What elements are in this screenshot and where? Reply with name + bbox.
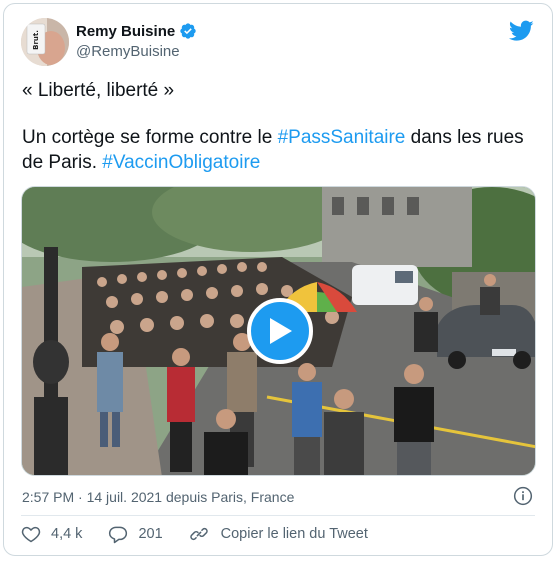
- author-handle[interactable]: @RemyBuisine: [76, 43, 197, 60]
- like-count: 4,4 k: [51, 526, 83, 542]
- twitter-bird-icon[interactable]: [508, 20, 534, 42]
- reply-count: 201: [138, 526, 163, 542]
- verified-badge-icon: [179, 22, 197, 40]
- like-button[interactable]: 4,4 k: [21, 524, 82, 544]
- info-icon[interactable]: [513, 486, 533, 506]
- tweet-text: « Liberté, liberté » Un cortège se forme…: [22, 78, 532, 175]
- author-info[interactable]: Remy Buisine @RemyBuisine: [76, 22, 197, 60]
- avatar-image: Brut.: [21, 18, 69, 66]
- tweet-timestamp[interactable]: 2:57 PM · 14 juil. 2021 depuis Paris, Fr…: [22, 489, 294, 505]
- hashtag-vaccin-obligatoire[interactable]: #VaccinObligatoire: [102, 152, 260, 173]
- author-name[interactable]: Remy Buisine: [76, 23, 175, 40]
- avatar[interactable]: Brut.: [21, 18, 69, 66]
- reply-button[interactable]: 201: [108, 524, 163, 544]
- heart-icon: [21, 526, 41, 543]
- link-icon: [189, 527, 208, 541]
- play-button[interactable]: [247, 298, 313, 364]
- copy-link-label: Copier le lien du Tweet: [220, 526, 368, 542]
- copy-link-button[interactable]: Copier le lien du Tweet: [189, 524, 368, 544]
- hashtag-pass-sanitaire[interactable]: #PassSanitaire: [278, 127, 406, 148]
- divider: [21, 515, 535, 516]
- reply-icon: [109, 526, 128, 544]
- video-media[interactable]: [21, 186, 536, 476]
- tweet-actions: 4,4 k 201 Copier le lien du Tweet: [21, 524, 368, 544]
- avatar-sign-text: Brut.: [32, 30, 40, 50]
- tweet-text-segment: Un cortège se forme contre le: [22, 127, 278, 148]
- tweet-line-2: Un cortège se forme contre le #PassSanit…: [22, 125, 532, 175]
- tweet-card[interactable]: Brut. Remy Buisine @RemyBuisine « Libert…: [3, 3, 553, 556]
- play-icon: [270, 318, 292, 344]
- tweet-line-1: « Liberté, liberté »: [22, 80, 175, 101]
